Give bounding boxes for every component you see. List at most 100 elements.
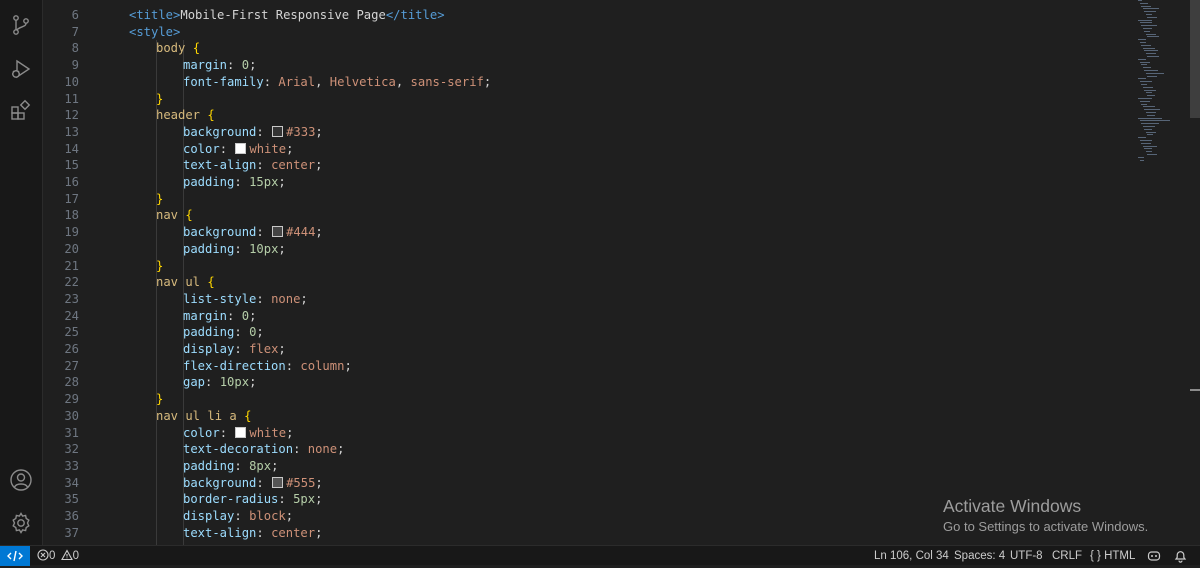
code-line[interactable]: 13 background: #333; (43, 124, 1083, 141)
gear-icon[interactable] (9, 511, 33, 535)
code-line[interactable]: 22 nav ul { (43, 274, 1083, 291)
minimap-line (1141, 64, 1147, 66)
minimap-line (1142, 47, 1155, 49)
token-punc: ; (249, 375, 257, 390)
color-swatch[interactable] (272, 226, 284, 238)
token-punc: : (234, 175, 250, 189)
line-number: 8 (71, 41, 79, 56)
line-code: flex-direction: column; (183, 358, 352, 375)
minimap-line (1144, 50, 1158, 52)
line-code: text-align: center; (183, 157, 322, 174)
token-punc: ; (286, 425, 294, 440)
code-line[interactable]: 29} (43, 391, 1083, 408)
code-line[interactable]: 37 text-align: center; (43, 525, 1083, 542)
minimap-line (1147, 154, 1157, 155)
status-bar: 0 0 Ln 106, Col 34 Spaces: 4 UTF-8 CRLF … (0, 545, 1200, 568)
minimap-line (1145, 112, 1156, 113)
warning-count: 0 (72, 550, 80, 562)
line-code: <title>Mobile-First Responsive Page</tit… (129, 7, 445, 24)
token-tag: </title> (385, 8, 445, 22)
token-punc: : (256, 158, 272, 173)
code-line[interactable]: 33 padding: 8px; (43, 458, 1083, 475)
code-line[interactable]: 24 margin: 0; (43, 308, 1083, 325)
notifications-bell-icon[interactable] (1174, 549, 1187, 568)
code-line[interactable]: 10 font-family: Arial, Helvetica, sans-se… (43, 74, 1083, 91)
token-val: white (249, 141, 287, 156)
copilot-icon[interactable] (1147, 549, 1161, 568)
code-line[interactable]: 6 <title>Mobile-First Responsive Page</ti… (43, 7, 1083, 24)
code-line[interactable]: 8 body { (43, 40, 1083, 57)
line-code: margin: 0; (183, 308, 256, 325)
token-punc: : (234, 325, 250, 340)
line-number: 26 (64, 342, 79, 356)
color-swatch[interactable] (272, 125, 284, 137)
token-brace: } (156, 191, 164, 206)
minimap-line (1147, 95, 1155, 97)
code-line[interactable]: 26 display: flex; (43, 341, 1083, 358)
minimap[interactable] (1128, 0, 1190, 170)
code-line[interactable]: 7 <style> (43, 24, 1083, 41)
minimap-line (1145, 92, 1152, 94)
code-line[interactable]: 36 display: block; (43, 508, 1083, 525)
code-line[interactable]: 32 text-decoration: none; (43, 441, 1083, 458)
token-num: 10px (249, 241, 279, 256)
code-line[interactable]: 34 background: #555; (43, 475, 1083, 492)
minimap-line (1138, 58, 1146, 60)
token-prop: background (183, 225, 257, 240)
code-line[interactable]: 17} (43, 191, 1083, 208)
code-line[interactable]: 15 text-align: center; (43, 157, 1083, 174)
scrollbar-thumb[interactable] (1190, 0, 1200, 118)
token-sel: nav (156, 208, 186, 223)
problems-indicator[interactable]: 0 0 (37, 548, 79, 564)
code-line[interactable]: 20 padding: 10px; (43, 241, 1083, 258)
code-line[interactable]: 18 nav { (43, 207, 1083, 224)
cursor-position[interactable]: Ln 106, Col 34 (874, 548, 949, 564)
minimap-line (1138, 98, 1152, 99)
code-line[interactable]: 21} (43, 258, 1083, 275)
run-debug-icon[interactable] (9, 57, 33, 81)
minimap-line (1142, 126, 1155, 127)
code-line[interactable]: 23 list-style: none; (43, 291, 1083, 308)
code-line[interactable]: 14 color: white; (43, 141, 1083, 158)
account-icon[interactable] (9, 468, 33, 492)
code-line[interactable]: 31 color: white; (43, 425, 1083, 442)
eol-setting[interactable]: CRLF (1052, 548, 1082, 564)
color-swatch[interactable] (272, 476, 284, 488)
token-punc: ; (483, 74, 492, 89)
color-swatch[interactable] (235, 426, 247, 438)
code-editor[interactable]: 6 <title>Mobile-First Responsive Page</ti… (43, 0, 1190, 545)
code-line[interactable]: 19 background: #444; (43, 224, 1083, 241)
encoding-setting[interactable]: UTF-8 (1010, 548, 1043, 564)
token-prop: text-decoration (183, 442, 294, 457)
code-line[interactable]: 9 margin: 0; (43, 57, 1083, 74)
color-swatch[interactable] (235, 142, 247, 154)
language-mode[interactable]: { } HTML (1090, 548, 1135, 564)
extensions-icon[interactable] (9, 99, 33, 123)
token-punc: ; (315, 158, 323, 173)
token-val: flex (249, 342, 279, 356)
line-number: 24 (64, 308, 79, 323)
line-number: 21 (64, 258, 79, 273)
token-num: 10px (219, 375, 250, 390)
minimap-line (1139, 100, 1150, 102)
code-line[interactable]: 30 nav ul li a { (43, 408, 1083, 425)
token-num: 0 (241, 308, 250, 323)
token-punc: : (234, 241, 250, 256)
code-line[interactable]: 11} (43, 91, 1083, 108)
code-line[interactable]: 25 padding: 0; (43, 324, 1083, 341)
code-line[interactable]: 16 padding: 15px; (43, 174, 1083, 191)
minimap-line (1138, 0, 1142, 1)
indentation-setting[interactable]: Spaces: 4 (954, 548, 1005, 564)
code-line[interactable]: 28 gap: 10px; (43, 374, 1083, 391)
code-line[interactable]: 27 flex-direction: column; (43, 358, 1083, 375)
minimap-line (1138, 78, 1146, 80)
line-code: } (156, 391, 163, 408)
line-number: 37 (64, 525, 79, 540)
remote-indicator[interactable] (0, 546, 30, 566)
code-line[interactable]: 12 header { (43, 107, 1083, 124)
minimap-line (1139, 140, 1152, 141)
code-line[interactable]: 35 border-radius: 5px; (43, 491, 1083, 508)
source-control-icon[interactable] (9, 13, 33, 37)
token-prop: margin (183, 58, 228, 73)
editor-scrollbar[interactable] (1190, 0, 1200, 545)
